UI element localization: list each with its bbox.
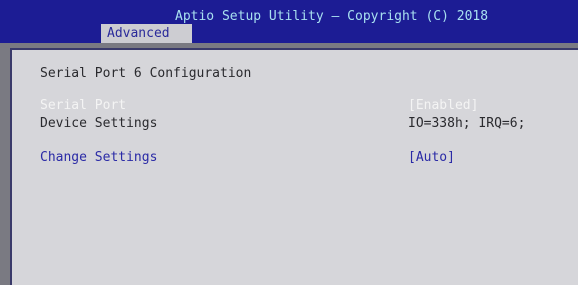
device-settings-value: IO=338h; IRQ=6; bbox=[408, 116, 526, 131]
section-title: Serial Port 6 Configuration bbox=[40, 66, 252, 81]
change-settings-label[interactable]: Change Settings bbox=[40, 150, 157, 165]
serial-port-label[interactable]: Serial Port bbox=[40, 98, 126, 113]
serial-port-value[interactable]: [Enabled] bbox=[408, 98, 478, 113]
device-settings-label: Device Settings bbox=[40, 116, 158, 131]
bios-header: Aptio Setup Utility – Copyright (C) 2018… bbox=[0, 0, 578, 43]
settings-panel: Serial Port 6 Configuration Serial Port … bbox=[10, 48, 578, 285]
utility-title: Aptio Setup Utility – Copyright (C) 2018 bbox=[175, 9, 489, 24]
tab-advanced[interactable]: Advanced bbox=[101, 24, 192, 43]
change-settings-value[interactable]: [Auto] bbox=[408, 150, 455, 165]
